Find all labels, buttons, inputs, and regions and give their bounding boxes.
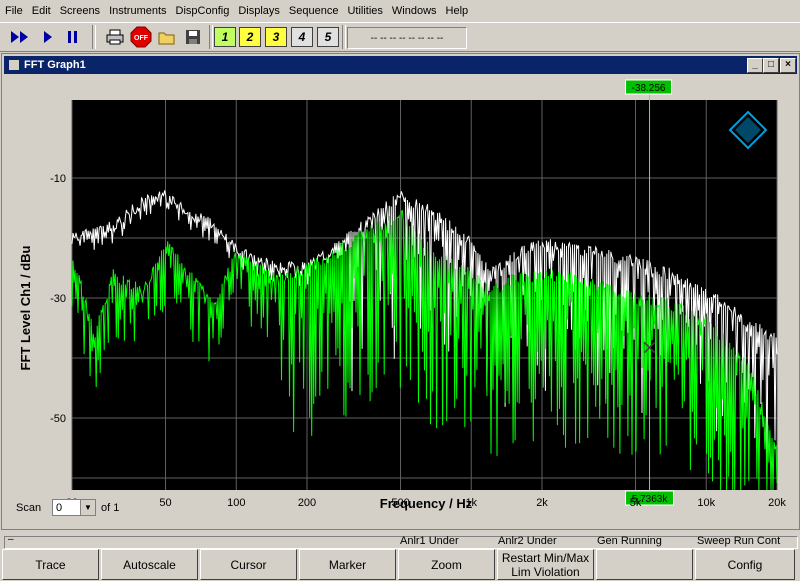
pause-icon xyxy=(68,31,77,43)
config-button[interactable]: Config xyxy=(695,549,795,580)
preset-4-button[interactable]: 4 xyxy=(291,27,313,47)
status-readout: -- -- -- -- -- -- -- -- xyxy=(347,27,467,49)
preset-1-button[interactable]: 1 xyxy=(214,27,236,47)
menu-item-sequence[interactable]: Sequence xyxy=(284,5,343,17)
gen-status: Gen Running xyxy=(597,535,662,547)
close-button[interactable]: × xyxy=(780,58,796,73)
marker-button[interactable]: Marker xyxy=(299,549,396,580)
menu-item-edit[interactable]: Edit xyxy=(27,5,55,17)
x-tick-label: 100 xyxy=(227,497,245,509)
collapse-icon[interactable]: – xyxy=(8,534,14,545)
anlr1-status: Anlr1 Under xyxy=(400,535,459,547)
y-tick-label: -30 xyxy=(50,293,66,305)
stop-sign-icon: OFF xyxy=(130,26,152,48)
trace-button[interactable]: Trace xyxy=(2,549,99,580)
play-icon xyxy=(44,31,52,43)
cursor-button[interactable]: Cursor xyxy=(200,549,297,580)
sweep-status: Sweep Run Cont xyxy=(697,535,781,547)
x-tick-label: 50 xyxy=(159,497,171,509)
zoom-button[interactable]: Zoom xyxy=(398,549,495,580)
menu-item-screens[interactable]: Screens xyxy=(55,5,104,17)
autoscale-button[interactable]: Autoscale xyxy=(101,549,198,580)
preset-5-button[interactable]: 5 xyxy=(317,27,339,47)
window-icon xyxy=(9,60,19,70)
toolbar: OFF 1 2 3 4 5 -- -- -- -- -- -- -- -- xyxy=(0,22,800,52)
folder-open-icon xyxy=(158,32,175,44)
scan-select[interactable]: 0 ▼ xyxy=(52,499,96,516)
menu-item-windows[interactable]: Windows xyxy=(387,5,441,17)
y-axis-label: FFT Level Ch1 / dBu xyxy=(18,245,33,370)
print-button[interactable] xyxy=(104,26,126,48)
fast-forward-icon xyxy=(11,31,28,43)
window-titlebar[interactable]: FFT Graph1 _ □ × xyxy=(4,56,797,74)
x-tick-label: 10k xyxy=(697,497,715,509)
stop-off-button[interactable]: OFF xyxy=(129,26,153,48)
fft-graph-window: FFT Graph1 _ □ × -38.2565.7363k 20501002… xyxy=(1,53,800,530)
scan-value: 0 xyxy=(56,501,63,514)
preset-3-button[interactable]: 3 xyxy=(265,27,287,47)
y-tick-label: -50 xyxy=(50,413,66,425)
menu-item-instruments[interactable]: Instruments xyxy=(104,5,170,17)
menu-item-file[interactable]: File xyxy=(0,5,27,17)
open-button[interactable] xyxy=(156,26,178,48)
plot-area xyxy=(72,100,777,490)
y-tick-label: -10 xyxy=(50,173,66,185)
pause-button[interactable] xyxy=(63,26,83,48)
fft-chart[interactable]: -38.2565.7363k 20501002005001k2k5k10k20k… xyxy=(2,76,799,528)
minimize-button[interactable]: _ xyxy=(747,58,763,73)
chevron-down-icon[interactable]: ▼ xyxy=(80,500,95,515)
menu-item-displays[interactable]: Displays xyxy=(233,5,284,17)
maximize-button[interactable]: □ xyxy=(763,58,779,73)
floppy-disk-icon xyxy=(186,30,200,44)
scan-label: Scan xyxy=(16,502,42,514)
softkey-bar: – Anlr1 Under Anlr2 Under Gen Running Sw… xyxy=(0,534,800,581)
x-tick-label: 2k xyxy=(536,497,548,509)
menu-item-dispconfig[interactable]: DispConfig xyxy=(171,5,234,17)
fast-forward-button[interactable] xyxy=(8,26,32,48)
menu-item-help[interactable]: Help xyxy=(441,5,473,17)
menu-item-utilities[interactable]: Utilities xyxy=(342,5,386,17)
svg-text:OFF: OFF xyxy=(134,35,149,42)
anlr2-status: Anlr2 Under xyxy=(498,535,557,547)
x-tick-label: 5k xyxy=(630,497,642,509)
x-axis-label: Frequency / Hz xyxy=(380,496,473,511)
x-tick-label: 200 xyxy=(298,497,316,509)
empty-softkey-button[interactable] xyxy=(596,549,693,580)
menu-bar: File Edit Screens Instruments DispConfig Disp… xyxy=(0,0,800,22)
cursor-y-readout: -38.256 xyxy=(632,83,666,94)
window-title: FFT Graph1 xyxy=(24,59,86,71)
x-tick-label: 20k xyxy=(768,497,786,509)
printer-icon xyxy=(106,29,124,45)
play-button[interactable] xyxy=(38,26,58,48)
restart-min-max-button[interactable]: Restart Min/Max Lim Violation xyxy=(497,549,594,580)
scan-of-label: of 1 xyxy=(101,502,120,514)
preset-2-button[interactable]: 2 xyxy=(239,27,261,47)
save-button[interactable] xyxy=(182,26,204,48)
